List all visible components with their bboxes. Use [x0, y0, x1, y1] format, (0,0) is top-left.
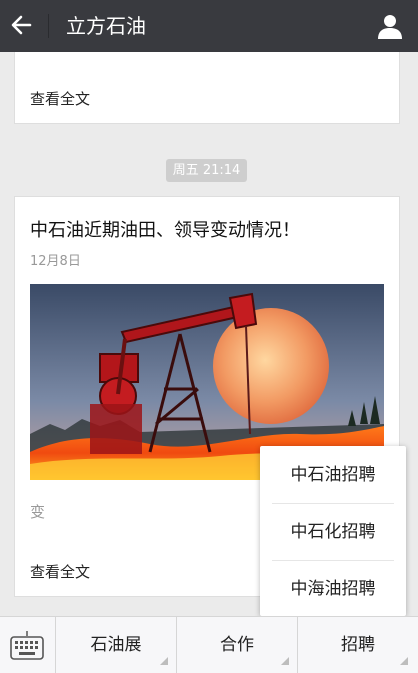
- header-divider: [48, 14, 49, 38]
- read-all-link[interactable]: 查看全文: [30, 88, 90, 109]
- top-bar: 立方石油: [0, 0, 418, 52]
- article-excerpt: 变: [30, 503, 46, 521]
- back-button[interactable]: [8, 8, 38, 42]
- bottom-menu-bar: 石油展 合作 招聘: [0, 616, 418, 673]
- keyboard-icon: [10, 631, 44, 660]
- submenu-item-cnpc-jobs[interactable]: 中石油招聘: [260, 447, 406, 503]
- read-all-link[interactable]: 查看全文: [30, 561, 90, 582]
- submenu-indicator-icon: [281, 657, 289, 665]
- menu-item-oil-exhibition[interactable]: 石油展: [56, 617, 176, 673]
- profile-button[interactable]: [376, 12, 404, 40]
- person-icon: [378, 15, 402, 39]
- submenu-indicator-icon: [400, 657, 408, 665]
- timestamp-badge: 周五 21:14: [166, 159, 247, 182]
- article-card[interactable]: 查看全文: [14, 52, 400, 124]
- article-date: 12月8日: [30, 254, 81, 269]
- menu-item-cooperation[interactable]: 合作: [177, 617, 297, 673]
- submenu-item-sinopec-jobs[interactable]: 中石化招聘: [260, 504, 406, 560]
- submenu-popup: 中石油招聘 中石化招聘 中海油招聘: [260, 446, 406, 616]
- chat-title: 立方石油: [66, 14, 146, 38]
- arrow-left-icon: [11, 15, 32, 35]
- article-headline[interactable]: 中石油近期油田、领导变动情况！: [30, 216, 300, 242]
- submenu-item-cnooc-jobs[interactable]: 中海油招聘: [260, 561, 406, 617]
- submenu-indicator-icon: [160, 657, 168, 665]
- menu-item-label: 合作: [220, 635, 254, 655]
- menu-item-label: 石油展: [90, 635, 142, 655]
- menu-item-label: 招聘: [341, 635, 375, 655]
- keyboard-toggle-button[interactable]: [0, 617, 55, 673]
